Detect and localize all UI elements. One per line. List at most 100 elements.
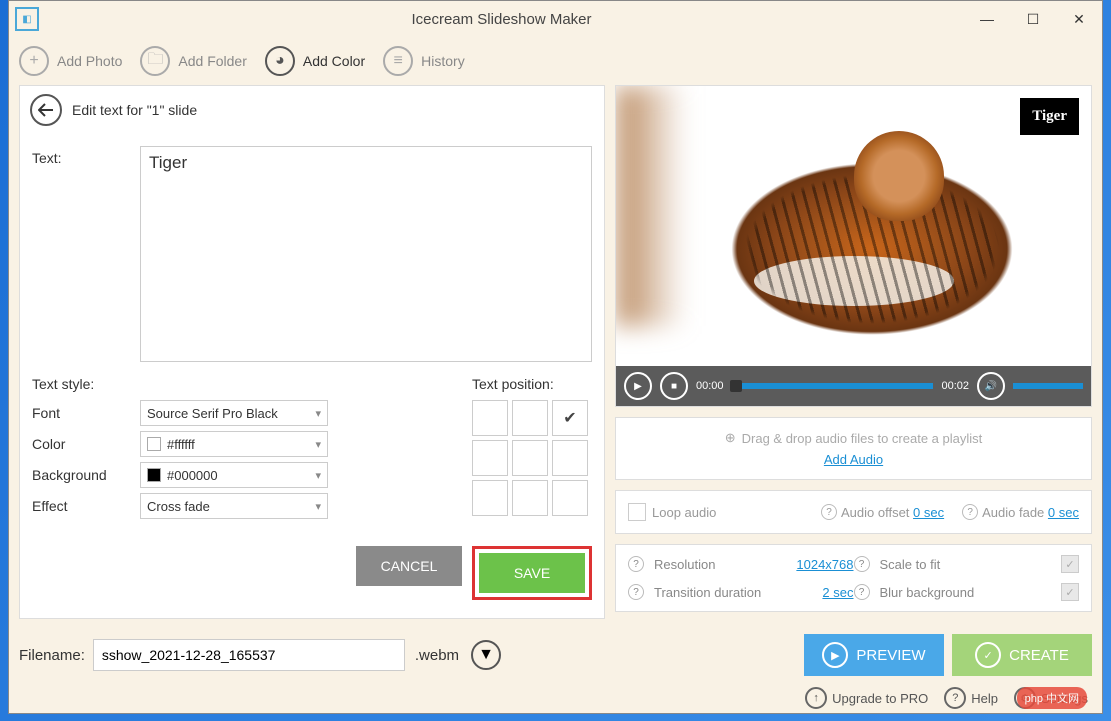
right-column: Tiger ▶ ■ 00:00 00:02 🔊 ⊕ Drag & drop au… (615, 85, 1092, 619)
toolbar: + Add Photo 🗀 Add Folder ◕ Add Color ≡ H… (9, 37, 1102, 85)
player-bar: ▶ ■ 00:00 00:02 🔊 (616, 366, 1091, 406)
filename-input[interactable] (93, 639, 405, 671)
progress-bar[interactable] (732, 383, 934, 389)
bottom-bar: Filename: .webm ▼ ▶ PREVIEW ✓ CREATE (9, 627, 1102, 683)
preview-button[interactable]: ▶ PREVIEW (804, 634, 944, 676)
position-top-center[interactable] (512, 400, 548, 436)
blur-checkbox[interactable]: ✓ (1061, 583, 1079, 601)
help-icon[interactable]: ? (962, 504, 978, 520)
preview-image: Tiger (616, 86, 1091, 366)
add-color-button[interactable]: ◕ Add Color (265, 46, 365, 76)
position-grid: ✔ (472, 400, 592, 516)
position-bottom-left[interactable] (472, 480, 508, 516)
transition-row: ? Transition duration 2 sec (628, 583, 854, 601)
font-label: Font (32, 405, 140, 421)
position-bottom-center[interactable] (512, 480, 548, 516)
ext-dropdown-button[interactable]: ▼ (471, 640, 501, 670)
help-icon[interactable]: ? (854, 556, 870, 572)
add-audio-link[interactable]: Add Audio (824, 452, 883, 467)
time-total: 00:02 (941, 380, 969, 392)
color-swatch (147, 437, 161, 451)
window-title: Icecream Slideshow Maker (39, 11, 964, 28)
background-dropdown[interactable]: #000000 (140, 462, 328, 488)
text-position-group: Text position: ✔ (472, 376, 592, 524)
resolution-value[interactable]: 1024x768 (796, 557, 853, 572)
audio-icon: ⊕ (725, 430, 736, 446)
help-icon: ? (944, 687, 966, 709)
color-dropdown[interactable]: #ffffff (140, 431, 328, 457)
font-dropdown[interactable]: Source Serif Pro Black (140, 400, 328, 426)
close-button[interactable]: ✕ (1056, 3, 1102, 35)
folder-icon: 🗀 (140, 46, 170, 76)
progress-thumb[interactable] (730, 380, 742, 392)
dialog-buttons: CANCEL SAVE (20, 528, 604, 618)
output-settings: ? Resolution 1024x768 ? Scale to fit ✓ ?… (615, 544, 1092, 612)
text-style-group: Text style: Font Source Serif Pro Black … (32, 376, 452, 524)
back-button[interactable] (30, 94, 62, 126)
help-icon[interactable]: ? (854, 584, 870, 600)
cancel-button[interactable]: CANCEL (356, 546, 462, 586)
add-folder-button[interactable]: 🗀 Add Folder (140, 46, 246, 76)
audio-offset-value[interactable]: 0 sec (913, 505, 944, 520)
text-label: Text: (32, 146, 132, 362)
play-button[interactable]: ▶ (624, 372, 652, 400)
color-label: Color (32, 436, 140, 452)
arrow-up-icon: ↑ (805, 687, 827, 709)
transition-value[interactable]: 2 sec (822, 585, 853, 600)
audio-offset-field: ? Audio offset 0 sec (821, 504, 944, 520)
effect-dropdown[interactable]: Cross fade (140, 493, 328, 519)
position-top-right[interactable]: ✔ (552, 400, 588, 436)
help-icon[interactable]: ? (628, 584, 644, 600)
titlebar: ◧ Icecream Slideshow Maker — ☐ ✕ (9, 1, 1102, 37)
create-button[interactable]: ✓ CREATE (952, 634, 1092, 676)
checkbox-icon (628, 503, 646, 521)
loop-audio-checkbox[interactable]: Loop audio (628, 503, 716, 521)
blur-row: ? Blur background ✓ (854, 583, 1080, 601)
help-icon[interactable]: ? (628, 556, 644, 572)
add-photo-button[interactable]: + Add Photo (19, 46, 122, 76)
position-middle-left[interactable] (472, 440, 508, 476)
arrow-left-icon (38, 103, 54, 117)
scale-checkbox[interactable]: ✓ (1061, 555, 1079, 573)
position-middle-right[interactable] (552, 440, 588, 476)
list-icon: ≡ (383, 46, 413, 76)
volume-bar[interactable] (1013, 383, 1083, 389)
help-link[interactable]: ? Help (944, 687, 998, 709)
text-style-title: Text style: (32, 376, 452, 392)
history-button[interactable]: ≡ History (383, 46, 465, 76)
chevron-down-icon: ▼ (478, 646, 494, 664)
bg-swatch (147, 468, 161, 482)
edit-panel: Edit text for "1" slide Text: Text style… (19, 85, 605, 619)
caption-textarea[interactable] (140, 146, 592, 362)
effect-label: Effect (32, 498, 140, 514)
position-title: Text position: (472, 376, 592, 392)
plus-icon: + (19, 46, 49, 76)
upgrade-link[interactable]: ↑ Upgrade to PRO (805, 687, 928, 709)
caption-overlay: Tiger (1020, 98, 1079, 135)
scale-row: ? Scale to fit ✓ (854, 555, 1080, 573)
position-middle-center[interactable] (512, 440, 548, 476)
help-icon[interactable]: ? (821, 504, 837, 520)
audio-fade-value[interactable]: 0 sec (1048, 505, 1079, 520)
position-bottom-right[interactable] (552, 480, 588, 516)
save-highlight: SAVE (472, 546, 592, 600)
maximize-button[interactable]: ☐ (1010, 3, 1056, 35)
preview-panel: Tiger ▶ ■ 00:00 00:02 🔊 (615, 85, 1092, 407)
mute-button[interactable]: 🔊 (977, 372, 1005, 400)
filename-ext: .webm (415, 647, 459, 664)
check-icon: ✓ (975, 642, 1001, 668)
palette-icon: ◕ (265, 46, 295, 76)
footer: ↑ Upgrade to PRO ? Help ⚙ Settings (9, 683, 1102, 713)
minimize-button[interactable]: — (964, 3, 1010, 35)
window-controls: — ☐ ✕ (964, 3, 1102, 35)
edit-title: Edit text for "1" slide (72, 102, 197, 118)
stop-button[interactable]: ■ (660, 372, 688, 400)
main-area: Edit text for "1" slide Text: Text style… (9, 85, 1102, 627)
time-current: 00:00 (696, 380, 724, 392)
resolution-row: ? Resolution 1024x768 (628, 555, 854, 573)
edit-header: Edit text for "1" slide (20, 86, 604, 134)
play-icon: ▶ (822, 642, 848, 668)
watermark: php 中文网 (1017, 687, 1087, 709)
save-button[interactable]: SAVE (479, 553, 585, 593)
position-top-left[interactable] (472, 400, 508, 436)
